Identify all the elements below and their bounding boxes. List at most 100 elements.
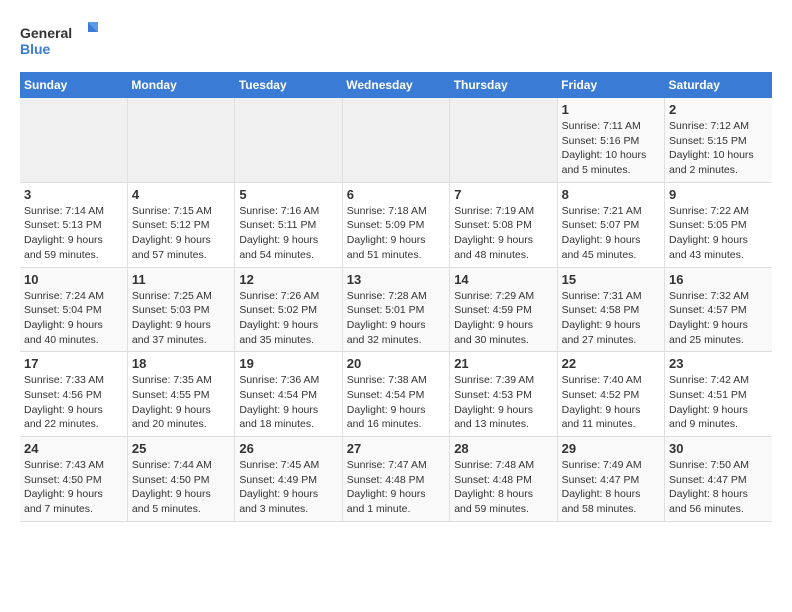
day-number: 13 <box>347 272 445 287</box>
calendar-cell: 17Sunrise: 7:33 AMSunset: 4:56 PMDayligh… <box>20 352 127 437</box>
day-info: Sunrise: 7:47 AMSunset: 4:48 PMDaylight:… <box>347 458 445 517</box>
day-number: 20 <box>347 356 445 371</box>
day-info: Sunrise: 7:40 AMSunset: 4:52 PMDaylight:… <box>562 373 660 432</box>
header-sunday: Sunday <box>20 72 127 98</box>
calendar-cell: 11Sunrise: 7:25 AMSunset: 5:03 PMDayligh… <box>127 267 234 352</box>
calendar-cell: 27 Sunrise: 7:47 AMSunset: 4:48 PMDayligh… <box>342 437 449 522</box>
calendar-cell: 22 Sunrise: 7:40 AMSunset: 4:52 PMDayligh… <box>557 352 664 437</box>
day-number: 14 <box>454 272 552 287</box>
svg-text:General: General <box>20 25 72 41</box>
day-info: Sunrise: 7:12 AMSunset: 5:15 PMDaylight:… <box>669 119 768 178</box>
calendar-cell: 28 Sunrise: 7:48 AMSunset: 4:48 PMDayligh… <box>450 437 557 522</box>
calendar-cell: 8 Sunrise: 7:21 AMSunset: 5:07 PMDaylight… <box>557 182 664 267</box>
day-info: Sunrise: 7:28 AMSunset: 5:01 PMDaylight:… <box>347 289 445 348</box>
calendar-cell: 9Sunrise: 7:22 AMSunset: 5:05 PMDaylight… <box>665 182 772 267</box>
day-info: Sunrise: 7:33 AMSunset: 4:56 PMDaylight:… <box>24 373 123 432</box>
day-number: 15 <box>562 272 660 287</box>
day-number: 18 <box>132 356 230 371</box>
calendar-cell: 30Sunrise: 7:50 AMSunset: 4:47 PMDayligh… <box>665 437 772 522</box>
day-number: 10 <box>24 272 123 287</box>
day-number: 11 <box>132 272 230 287</box>
day-number: 25 <box>132 441 230 456</box>
day-info: Sunrise: 7:15 AMSunset: 5:12 PMDaylight:… <box>132 204 230 263</box>
calendar-cell: 10Sunrise: 7:24 AMSunset: 5:04 PMDayligh… <box>20 267 127 352</box>
day-number: 19 <box>239 356 337 371</box>
day-info: Sunrise: 7:48 AMSunset: 4:48 PMDaylight:… <box>454 458 552 517</box>
logo: General Blue <box>20 20 100 62</box>
day-info: Sunrise: 7:36 AMSunset: 4:54 PMDaylight:… <box>239 373 337 432</box>
header-saturday: Saturday <box>665 72 772 98</box>
calendar-cell: 23 Sunrise: 7:42 AMSunset: 4:51 PMDayligh… <box>665 352 772 437</box>
day-number: 5 <box>239 187 337 202</box>
day-info: Sunrise: 7:50 AMSunset: 4:47 PMDaylight:… <box>669 458 768 517</box>
calendar-table: SundayMondayTuesdayWednesdayThursdayFrid… <box>20 72 772 522</box>
day-info: Sunrise: 7:31 AMSunset: 4:58 PMDaylight:… <box>562 289 660 348</box>
day-number: 24 <box>24 441 123 456</box>
day-info: Sunrise: 7:42 AMSunset: 4:51 PMDaylight:… <box>669 373 768 432</box>
calendar-cell: 26Sunrise: 7:45 AMSunset: 4:49 PMDayligh… <box>235 437 342 522</box>
day-number: 23 <box>669 356 768 371</box>
day-number: 26 <box>239 441 337 456</box>
calendar-cell <box>235 98 342 182</box>
day-number: 29 <box>562 441 660 456</box>
day-info: Sunrise: 7:16 AMSunset: 5:11 PMDaylight:… <box>239 204 337 263</box>
day-info: Sunrise: 7:19 AMSunset: 5:08 PMDaylight:… <box>454 204 552 263</box>
day-number: 9 <box>669 187 768 202</box>
day-number: 3 <box>24 187 123 202</box>
calendar-cell: 6 Sunrise: 7:18 AMSunset: 5:09 PMDaylight… <box>342 182 449 267</box>
calendar-cell: 5 Sunrise: 7:16 AMSunset: 5:11 PMDaylight… <box>235 182 342 267</box>
header-thursday: Thursday <box>450 72 557 98</box>
day-number: 16 <box>669 272 768 287</box>
header-monday: Monday <box>127 72 234 98</box>
calendar-cell: 15 Sunrise: 7:31 AMSunset: 4:58 PMDayligh… <box>557 267 664 352</box>
week-row-4: 24 Sunrise: 7:43 AMSunset: 4:50 PMDayligh… <box>20 437 772 522</box>
calendar-cell: 4 Sunrise: 7:15 AMSunset: 5:12 PMDaylight… <box>127 182 234 267</box>
day-number: 22 <box>562 356 660 371</box>
calendar-cell: 21 Sunrise: 7:39 AMSunset: 4:53 PMDayligh… <box>450 352 557 437</box>
svg-text:Blue: Blue <box>20 41 51 57</box>
calendar-cell: 12 Sunrise: 7:26 AMSunset: 5:02 PMDayligh… <box>235 267 342 352</box>
calendar-cell: 2Sunrise: 7:12 AMSunset: 5:15 PMDaylight… <box>665 98 772 182</box>
calendar-cell: 1Sunrise: 7:11 AMSunset: 5:16 PMDaylight… <box>557 98 664 182</box>
calendar-cell <box>450 98 557 182</box>
header-tuesday: Tuesday <box>235 72 342 98</box>
calendar-cell: 25 Sunrise: 7:44 AMSunset: 4:50 PMDayligh… <box>127 437 234 522</box>
calendar-cell: 14 Sunrise: 7:29 AMSunset: 4:59 PMDayligh… <box>450 267 557 352</box>
day-info: Sunrise: 7:44 AMSunset: 4:50 PMDaylight:… <box>132 458 230 517</box>
logo-svg: General Blue <box>20 20 100 62</box>
day-number: 12 <box>239 272 337 287</box>
calendar-cell: 19 Sunrise: 7:36 AMSunset: 4:54 PMDayligh… <box>235 352 342 437</box>
day-number: 28 <box>454 441 552 456</box>
day-info: Sunrise: 7:26 AMSunset: 5:02 PMDaylight:… <box>239 289 337 348</box>
week-row-0: 1Sunrise: 7:11 AMSunset: 5:16 PMDaylight… <box>20 98 772 182</box>
header-wednesday: Wednesday <box>342 72 449 98</box>
day-info: Sunrise: 7:14 AMSunset: 5:13 PMDaylight:… <box>24 204 123 263</box>
week-row-3: 17Sunrise: 7:33 AMSunset: 4:56 PMDayligh… <box>20 352 772 437</box>
calendar-cell <box>20 98 127 182</box>
day-info: Sunrise: 7:39 AMSunset: 4:53 PMDaylight:… <box>454 373 552 432</box>
day-info: Sunrise: 7:21 AMSunset: 5:07 PMDaylight:… <box>562 204 660 263</box>
week-row-1: 3 Sunrise: 7:14 AMSunset: 5:13 PMDaylight… <box>20 182 772 267</box>
day-number: 4 <box>132 187 230 202</box>
header-friday: Friday <box>557 72 664 98</box>
day-info: Sunrise: 7:18 AMSunset: 5:09 PMDaylight:… <box>347 204 445 263</box>
calendar-cell: 24 Sunrise: 7:43 AMSunset: 4:50 PMDayligh… <box>20 437 127 522</box>
day-number: 8 <box>562 187 660 202</box>
header: General Blue <box>20 20 772 62</box>
week-row-2: 10Sunrise: 7:24 AMSunset: 5:04 PMDayligh… <box>20 267 772 352</box>
calendar-cell: 7Sunrise: 7:19 AMSunset: 5:08 PMDaylight… <box>450 182 557 267</box>
day-info: Sunrise: 7:38 AMSunset: 4:54 PMDaylight:… <box>347 373 445 432</box>
calendar-cell: 16Sunrise: 7:32 AMSunset: 4:57 PMDayligh… <box>665 267 772 352</box>
calendar-cell: 13 Sunrise: 7:28 AMSunset: 5:01 PMDayligh… <box>342 267 449 352</box>
day-number: 6 <box>347 187 445 202</box>
day-info: Sunrise: 7:29 AMSunset: 4:59 PMDaylight:… <box>454 289 552 348</box>
calendar-cell: 18 Sunrise: 7:35 AMSunset: 4:55 PMDayligh… <box>127 352 234 437</box>
day-info: Sunrise: 7:43 AMSunset: 4:50 PMDaylight:… <box>24 458 123 517</box>
day-number: 21 <box>454 356 552 371</box>
day-info: Sunrise: 7:11 AMSunset: 5:16 PMDaylight:… <box>562 119 660 178</box>
day-number: 27 <box>347 441 445 456</box>
calendar-cell: 3 Sunrise: 7:14 AMSunset: 5:13 PMDaylight… <box>20 182 127 267</box>
calendar-header-row: SundayMondayTuesdayWednesdayThursdayFrid… <box>20 72 772 98</box>
calendar-cell: 20 Sunrise: 7:38 AMSunset: 4:54 PMDayligh… <box>342 352 449 437</box>
day-info: Sunrise: 7:35 AMSunset: 4:55 PMDaylight:… <box>132 373 230 432</box>
